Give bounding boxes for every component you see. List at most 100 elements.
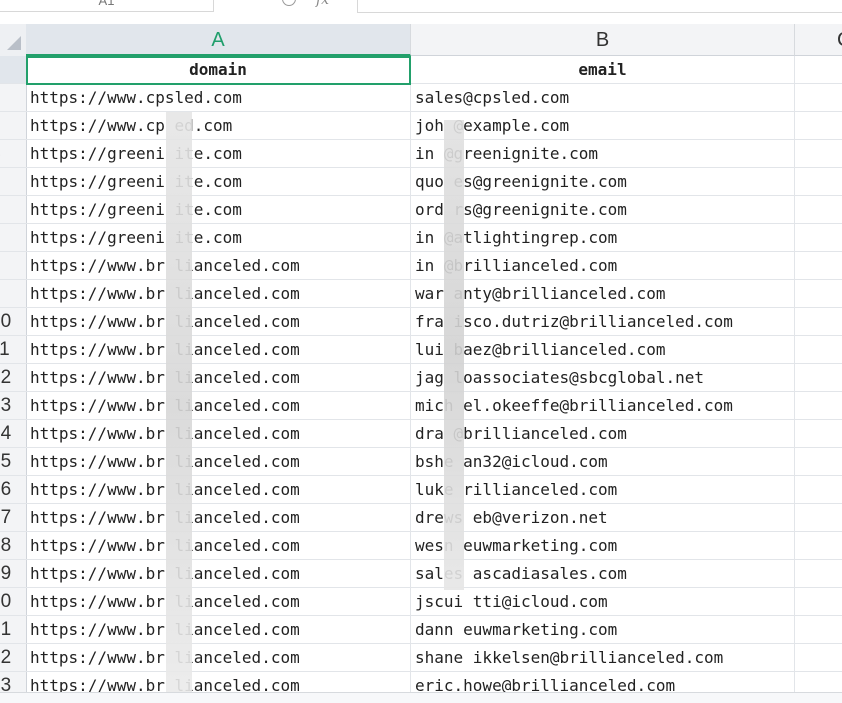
column-header-a[interactable]: A [26, 24, 411, 56]
email-cell[interactable]: joh @example.com [411, 112, 795, 140]
row-header-21[interactable]: 21 [0, 616, 26, 644]
empty-cell[interactable] [795, 84, 842, 112]
domain-cell[interactable]: https://greeni ite.com [26, 140, 411, 168]
empty-cell[interactable] [795, 420, 842, 448]
email-cell[interactable]: luke rillianceled.com [411, 476, 795, 504]
empty-cell[interactable] [795, 336, 842, 364]
email-cell[interactable]: sales ascadiasales.com [411, 560, 795, 588]
email-cell[interactable]: in @greenignite.com [411, 140, 795, 168]
domain-cell[interactable]: https://www.br lianceled.com [26, 448, 411, 476]
row-header-13[interactable]: 13 [0, 392, 26, 420]
row-header-20[interactable]: 20 [0, 588, 26, 616]
domain-cell[interactable]: https://www.cp ed.com [26, 112, 411, 140]
row-header-5[interactable]: 5 [0, 168, 26, 196]
column-header-b[interactable]: B [411, 24, 795, 56]
formula-controls: fx [250, 0, 360, 12]
cell-a1[interactable]: domain [26, 56, 411, 84]
empty-cell[interactable] [795, 644, 842, 672]
email-cell[interactable]: fra isco.dutriz@brillianceled.com [411, 308, 795, 336]
row-header-6[interactable]: 6 [0, 196, 26, 224]
empty-cell[interactable] [795, 140, 842, 168]
email-cell[interactable]: lui baez@brillianceled.com [411, 336, 795, 364]
domain-cell[interactable]: https://www.br lianceled.com [26, 504, 411, 532]
horizontal-scrollbar[interactable] [0, 692, 842, 703]
domain-cell[interactable]: https://www.cpsled.com [26, 84, 411, 112]
empty-cell[interactable] [795, 392, 842, 420]
domain-cell[interactable]: https://www.br lianceled.com [26, 420, 411, 448]
email-cell[interactable]: in @atlightingrep.com [411, 224, 795, 252]
row-header-22[interactable]: 22 [0, 644, 26, 672]
email-cell[interactable]: shane ikkelsen@brillianceled.com [411, 644, 795, 672]
empty-cell[interactable] [795, 308, 842, 336]
email-cell[interactable]: ord rs@greenignite.com [411, 196, 795, 224]
fx-icon[interactable]: fx [316, 0, 329, 8]
empty-cell[interactable] [795, 532, 842, 560]
domain-cell[interactable]: https://greeni ite.com [26, 168, 411, 196]
domain-cell[interactable]: https://www.br lianceled.com [26, 308, 411, 336]
select-all-corner[interactable] [0, 24, 27, 57]
row-header-4[interactable]: 4 [0, 140, 26, 168]
email-cell[interactable]: sales@cpsled.com [411, 84, 795, 112]
cell-b1[interactable]: email [411, 56, 795, 84]
cell-c1[interactable] [795, 56, 842, 84]
domain-cell[interactable]: https://www.br lianceled.com [26, 252, 411, 280]
email-cell[interactable]: wesn euwmarketing.com [411, 532, 795, 560]
row-header-9[interactable]: 9 [0, 280, 26, 308]
domain-cell[interactable]: https://greeni ite.com [26, 224, 411, 252]
table-row: https://www.br lianceled.com bshe an32@ic… [26, 448, 842, 476]
email-cell[interactable]: in @brillianceled.com [411, 252, 795, 280]
row-header-8[interactable]: 8 [0, 252, 26, 280]
row-header-10[interactable]: 10 [0, 308, 26, 336]
domain-cell[interactable]: https://www.br lianceled.com [26, 644, 411, 672]
empty-cell[interactable] [795, 364, 842, 392]
column-header-c[interactable]: C [795, 24, 842, 56]
row-header-2[interactable]: 2 [0, 84, 26, 112]
row-header-12[interactable]: 12 [0, 364, 26, 392]
row-header-17[interactable]: 17 [0, 504, 26, 532]
row-header-16[interactable]: 16 [0, 476, 26, 504]
email-cell[interactable]: war anty@brillianceled.com [411, 280, 795, 308]
empty-cell[interactable] [795, 504, 842, 532]
email-cell[interactable]: jag loassociates@sbcglobal.net [411, 364, 795, 392]
email-cell[interactable]: drews eb@verizon.net [411, 504, 795, 532]
table-row: https://www.br lianceled.com lui baez@bri… [26, 336, 842, 364]
row-header-11[interactable]: 11 [0, 336, 26, 364]
domain-cell[interactable]: https://www.br lianceled.com [26, 616, 411, 644]
domain-cell[interactable]: https://www.br lianceled.com [26, 336, 411, 364]
email-cell[interactable]: mich el.okeeffe@brillianceled.com [411, 392, 795, 420]
email-cell[interactable]: quo es@greenignite.com [411, 168, 795, 196]
email-cell[interactable]: dann euwmarketing.com [411, 616, 795, 644]
empty-cell[interactable] [795, 616, 842, 644]
empty-cell[interactable] [795, 588, 842, 616]
row-header-7[interactable]: 7 [0, 224, 26, 252]
empty-cell[interactable] [795, 252, 842, 280]
domain-cell[interactable]: https://www.br lianceled.com [26, 364, 411, 392]
row-header-18[interactable]: 18 [0, 532, 26, 560]
empty-cell[interactable] [795, 560, 842, 588]
email-cell[interactable]: bshe an32@icloud.com [411, 448, 795, 476]
empty-cell[interactable] [795, 280, 842, 308]
domain-cell[interactable]: https://www.br lianceled.com [26, 476, 411, 504]
email-cell[interactable]: jscui tti@icloud.com [411, 588, 795, 616]
name-box[interactable]: A1 [0, 0, 214, 12]
row-header-15[interactable]: 15 [0, 448, 26, 476]
domain-cell[interactable]: https://www.br lianceled.com [26, 280, 411, 308]
domain-cell[interactable]: https://www.br lianceled.com [26, 588, 411, 616]
formula-input[interactable] [357, 0, 842, 13]
row-header-1[interactable]: 1 [0, 56, 26, 84]
email-cell[interactable]: dra @brillianceled.com [411, 420, 795, 448]
domain-cell[interactable]: https://www.br lianceled.com [26, 532, 411, 560]
empty-cell[interactable] [795, 448, 842, 476]
domain-cell[interactable]: https://greeni ite.com [26, 196, 411, 224]
empty-cell[interactable] [795, 476, 842, 504]
row-header-14[interactable]: 14 [0, 420, 26, 448]
row-header-19[interactable]: 19 [0, 560, 26, 588]
empty-cell[interactable] [795, 224, 842, 252]
domain-cell[interactable]: https://www.br lianceled.com [26, 560, 411, 588]
empty-cell[interactable] [795, 168, 842, 196]
row-header-3[interactable]: 3 [0, 112, 26, 140]
empty-cell[interactable] [795, 196, 842, 224]
search-icon[interactable] [282, 0, 296, 6]
domain-cell[interactable]: https://www.br lianceled.com [26, 392, 411, 420]
empty-cell[interactable] [795, 112, 842, 140]
